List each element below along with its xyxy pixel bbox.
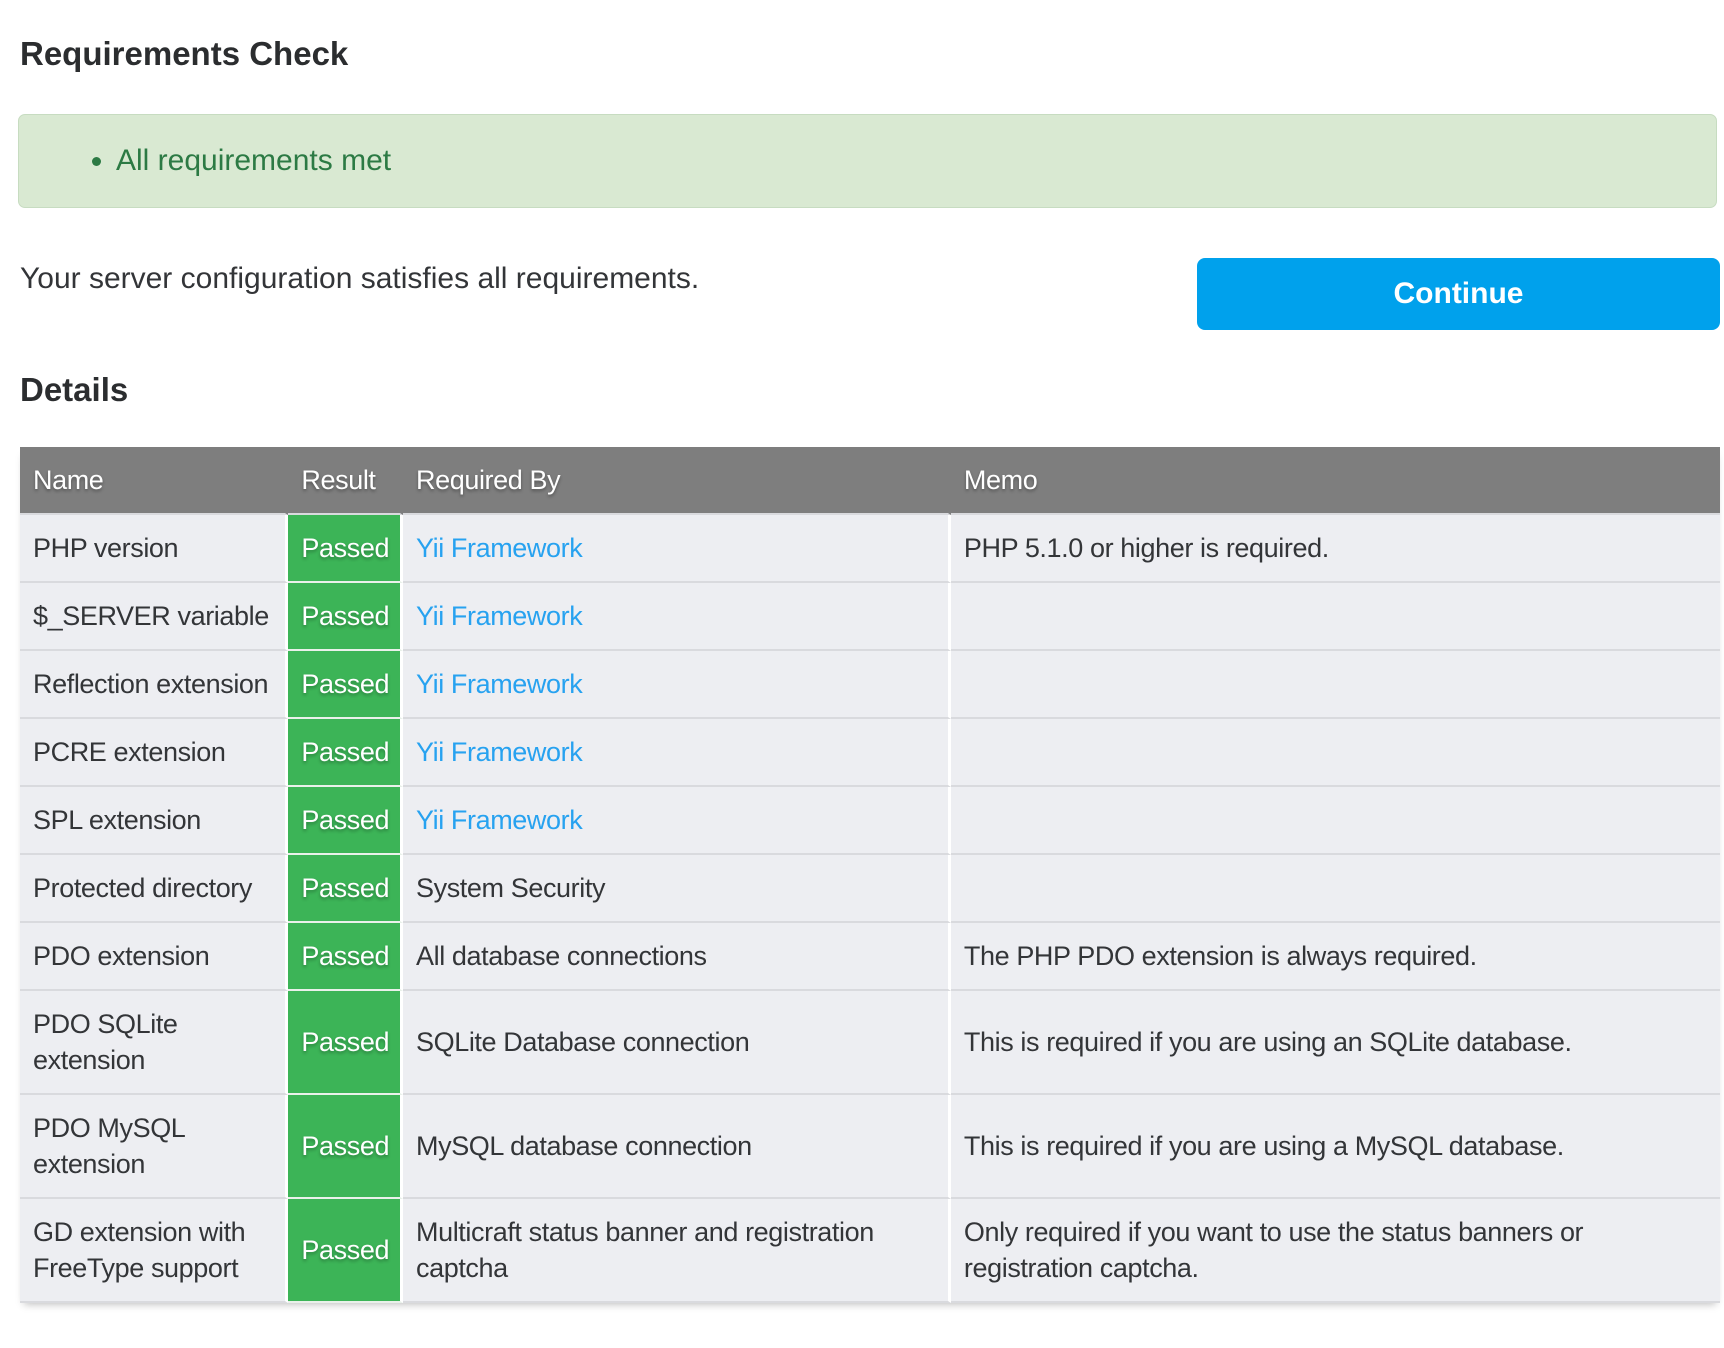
- alert-message: All requirements met: [116, 143, 1716, 179]
- required-by: Multicraft status banner and registratio…: [403, 1199, 951, 1303]
- required-by: Yii Framework: [403, 719, 951, 787]
- required-by-link[interactable]: Yii Framework: [416, 533, 582, 563]
- result-badge: Passed: [288, 787, 403, 855]
- page-title: Requirements Check: [20, 36, 1724, 72]
- result-badge: Passed: [288, 923, 403, 991]
- requirement-memo: [951, 787, 1720, 855]
- table-row: Reflection extensionPassed Yii Framework: [20, 651, 1720, 719]
- column-header-memo: Memo: [951, 447, 1720, 515]
- requirement-name: PHP version: [20, 515, 288, 583]
- required-by: All database connections: [403, 923, 951, 991]
- requirement-name: $_SERVER variable: [20, 583, 288, 651]
- result-badge: Passed: [288, 651, 403, 719]
- requirement-memo: [951, 651, 1720, 719]
- required-by: Yii Framework: [403, 787, 951, 855]
- requirement-memo: This is required if you are using an SQL…: [951, 991, 1720, 1095]
- requirement-name: SPL extension: [20, 787, 288, 855]
- table-row: PDO extensionPassedAll database connecti…: [20, 923, 1720, 991]
- details-title: Details: [20, 373, 1724, 407]
- table-row: PDO MySQL extensionPassedMySQL database …: [20, 1095, 1720, 1199]
- required-by: Yii Framework: [403, 651, 951, 719]
- requirements-table: Name Result Required By Memo PHP version…: [20, 447, 1720, 1303]
- alert-message-list: All requirements met: [19, 143, 1716, 179]
- result-badge: Passed: [288, 991, 403, 1095]
- summary-action-row: Your server configuration satisfies all …: [20, 258, 1720, 330]
- requirement-name: Reflection extension: [20, 651, 288, 719]
- table-row: $_SERVER variablePassed Yii Framework: [20, 583, 1720, 651]
- requirement-name: GD extension with FreeType support: [20, 1199, 288, 1303]
- table-row: PCRE extensionPassed Yii Framework: [20, 719, 1720, 787]
- continue-button[interactable]: Continue: [1197, 258, 1720, 330]
- requirement-memo: PHP 5.1.0 or higher is required.: [951, 515, 1720, 583]
- required-by-link[interactable]: Yii Framework: [416, 601, 582, 631]
- requirement-memo: [951, 583, 1720, 651]
- required-by-link[interactable]: Yii Framework: [416, 669, 582, 699]
- table-row: PDO SQLite extensionPassedSQLite Databas…: [20, 991, 1720, 1095]
- required-by-link[interactable]: Yii Framework: [416, 805, 582, 835]
- requirements-met-alert: All requirements met: [18, 114, 1717, 208]
- required-by-link[interactable]: Yii Framework: [416, 737, 582, 767]
- result-badge: Passed: [288, 515, 403, 583]
- requirement-name: PDO MySQL extension: [20, 1095, 288, 1199]
- column-header-required-by: Required By: [403, 447, 951, 515]
- requirement-memo: Only required if you want to use the sta…: [951, 1199, 1720, 1303]
- requirement-name: PCRE extension: [20, 719, 288, 787]
- requirement-memo: This is required if you are using a MySQ…: [951, 1095, 1720, 1199]
- required-by: MySQL database connection: [403, 1095, 951, 1199]
- requirements-check-page: Requirements Check All requirements met …: [0, 0, 1724, 1348]
- result-badge: Passed: [288, 1095, 403, 1199]
- requirement-name: PDO extension: [20, 923, 288, 991]
- result-badge: Passed: [288, 583, 403, 651]
- requirement-memo: [951, 855, 1720, 923]
- required-by: Yii Framework: [403, 583, 951, 651]
- table-row: GD extension with FreeType supportPassed…: [20, 1199, 1720, 1303]
- table-row: SPL extensionPassed Yii Framework: [20, 787, 1720, 855]
- result-badge: Passed: [288, 855, 403, 923]
- result-badge: Passed: [288, 719, 403, 787]
- summary-text: Your server configuration satisfies all …: [20, 261, 699, 297]
- required-by: System Security: [403, 855, 951, 923]
- requirement-memo: [951, 719, 1720, 787]
- column-header-name: Name: [20, 447, 288, 515]
- required-by: Yii Framework: [403, 515, 951, 583]
- table-row: PHP versionPassed Yii Framework PHP 5.1.0 …: [20, 515, 1720, 583]
- result-badge: Passed: [288, 1199, 403, 1303]
- requirement-name: Protected directory: [20, 855, 288, 923]
- requirements-table-body: PHP versionPassedYii FrameworkPHP 5.1.0 …: [20, 515, 1720, 1303]
- requirement-memo: The PHP PDO extension is always required…: [951, 923, 1720, 991]
- column-header-result: Result: [288, 447, 403, 515]
- table-header: Name Result Required By Memo: [20, 447, 1720, 515]
- required-by: SQLite Database connection: [403, 991, 951, 1095]
- table-row: Protected directoryPassedSystem Security: [20, 855, 1720, 923]
- requirement-name: PDO SQLite extension: [20, 991, 288, 1095]
